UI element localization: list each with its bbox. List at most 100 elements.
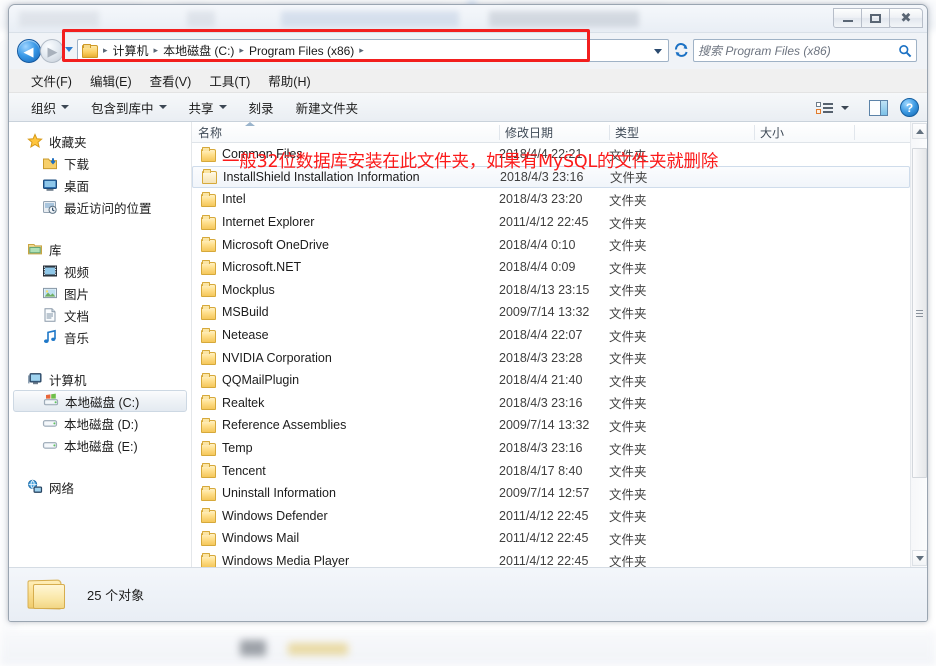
address-breadcrumb-bar[interactable]: ▸ 计算机 ▸ 本地磁盘 (C:) ▸ Program Files (x86) … bbox=[77, 39, 669, 62]
column-header-size[interactable]: 大小 bbox=[754, 122, 854, 143]
sidebar-label: 收藏夹 bbox=[49, 135, 87, 150]
preview-pane-icon[interactable] bbox=[869, 99, 888, 116]
sidebar-item-desktop[interactable]: 桌面 bbox=[9, 174, 191, 196]
menu-item-help[interactable]: 帮助(H) bbox=[268, 71, 310, 90]
sidebar-item-libraries[interactable]: 库 bbox=[9, 238, 191, 260]
scrollbar-grip-icon bbox=[916, 309, 923, 317]
table-row[interactable]: Microsoft.NET 2018/4/4 0:09 文件夹 bbox=[192, 256, 910, 279]
file-type-cell: 文件夹 bbox=[609, 284, 647, 299]
menu-item-file[interactable]: 文件(F) bbox=[31, 71, 72, 90]
sidebar-item-network[interactable]: 网络 bbox=[9, 476, 191, 498]
scroll-down-button[interactable] bbox=[912, 550, 927, 566]
table-row[interactable]: Reference Assemblies 2009/7/14 13:32 文件夹 bbox=[192, 414, 910, 437]
file-date-cell: 2018/4/4 0:09 bbox=[499, 260, 576, 275]
file-date-cell: 2011/4/12 22:45 bbox=[499, 531, 589, 546]
back-arrow-icon: ◀ bbox=[23, 43, 34, 59]
change-view-icon[interactable] bbox=[816, 101, 833, 115]
table-row[interactable]: Windows Mail 2011/4/12 22:45 文件夹 bbox=[192, 527, 910, 550]
help-icon[interactable]: ? bbox=[900, 98, 919, 117]
table-row[interactable]: Windows Defender 2011/4/12 22:45 文件夹 bbox=[192, 505, 910, 528]
column-header-type[interactable]: 类型 bbox=[609, 122, 754, 143]
address-bar-row: ◀ ▶ ▸ 计算机 ▸ 本地磁盘 (C:) ▸ Program Files (x… bbox=[9, 33, 927, 69]
sidebar-item-computer[interactable]: 计算机 bbox=[9, 368, 191, 390]
table-row[interactable]: Temp 2018/4/3 23:16 文件夹 bbox=[192, 437, 910, 460]
table-row[interactable]: Netease 2018/4/4 22:07 文件夹 bbox=[192, 324, 910, 347]
file-name-cell: Microsoft.NET bbox=[222, 260, 302, 275]
column-divider[interactable] bbox=[854, 125, 855, 140]
refresh-button[interactable] bbox=[671, 40, 691, 61]
view-chevron-down-icon[interactable] bbox=[841, 105, 849, 110]
vertical-scrollbar[interactable] bbox=[910, 122, 927, 567]
file-name-cell: Windows Media Player bbox=[222, 553, 350, 567]
file-type-cell: 文件夹 bbox=[609, 239, 647, 254]
file-name-cell: Mockplus bbox=[222, 282, 275, 297]
table-row[interactable]: Realtek 2018/4/3 23:16 文件夹 bbox=[192, 392, 910, 415]
scrollbar-thumb[interactable] bbox=[912, 148, 927, 478]
close-button[interactable]: ✖ bbox=[889, 8, 923, 28]
back-button[interactable]: ◀ bbox=[17, 39, 41, 63]
file-date-cell: 2018/4/3 23:16 bbox=[499, 395, 583, 410]
file-date-cell: 2018/4/17 8:40 bbox=[499, 463, 583, 478]
sidebar-item-local-disk-c[interactable]: 本地磁盘 (C:) bbox=[13, 390, 187, 412]
sidebar-label: 文档 bbox=[64, 309, 90, 324]
explorer-body: 收藏夹 下载 桌面 最近访问的位置 库 视频 图片 文档 音乐 计算机 本地磁盘… bbox=[9, 122, 927, 567]
sidebar-item-local-disk-d[interactable]: 本地磁盘 (D:) bbox=[9, 412, 191, 434]
recent-pages-chevron-down-icon[interactable] bbox=[65, 47, 73, 52]
breadcrumb-item-local-disk-c[interactable]: 本地磁盘 (C:) bbox=[162, 42, 235, 59]
file-name-cell: MSBuild bbox=[222, 305, 269, 320]
chevron-down-icon bbox=[915, 555, 924, 561]
sidebar-label: 计算机 bbox=[49, 373, 87, 388]
breadcrumb-separator-icon: ▸ bbox=[153, 45, 159, 55]
sidebar-item-pictures[interactable]: 图片 bbox=[9, 282, 191, 304]
file-name-cell: Microsoft OneDrive bbox=[222, 237, 329, 252]
folder-icon bbox=[200, 304, 216, 320]
scroll-up-button[interactable] bbox=[912, 123, 927, 139]
sidebar-label: 本地磁盘 (D:) bbox=[64, 417, 139, 432]
sidebar-item-local-disk-e[interactable]: 本地磁盘 (E:) bbox=[9, 434, 191, 456]
table-row[interactable]: Internet Explorer 2011/4/12 22:45 文件夹 bbox=[192, 211, 910, 234]
file-date-cell: 2011/4/12 22:45 bbox=[499, 508, 589, 523]
table-row[interactable]: QQMailPlugin 2018/4/4 21:40 文件夹 bbox=[192, 369, 910, 392]
address-chevron-down-icon[interactable] bbox=[654, 49, 662, 54]
breadcrumb-separator-icon: ▸ bbox=[239, 45, 244, 55]
menu-item-edit[interactable]: 编辑(E) bbox=[90, 71, 132, 90]
minimize-button[interactable] bbox=[833, 8, 862, 28]
menu-item-tools[interactable]: 工具(T) bbox=[209, 71, 250, 90]
table-row[interactable]: Intel 2018/4/3 23:20 文件夹 bbox=[192, 188, 910, 211]
burn-button[interactable]: 刻录 bbox=[249, 98, 274, 117]
sidebar-item-music[interactable]: 音乐 bbox=[9, 326, 191, 348]
table-row[interactable]: NVIDIA Corporation 2018/4/3 23:28 文件夹 bbox=[192, 346, 910, 369]
maximize-button[interactable] bbox=[861, 8, 890, 28]
sidebar-item-favorites[interactable]: 收藏夹 bbox=[9, 130, 191, 152]
table-row[interactable]: Windows Media Player 2011/4/12 22:45 文件夹 bbox=[192, 550, 910, 567]
column-header-name[interactable]: 名称 bbox=[192, 122, 499, 143]
share-button[interactable]: 共享 bbox=[189, 98, 227, 117]
forward-button[interactable]: ▶ bbox=[40, 39, 64, 63]
sidebar-item-recent-places[interactable]: 最近访问的位置 bbox=[9, 196, 191, 218]
table-row[interactable]: Tencent 2018/4/17 8:40 文件夹 bbox=[192, 459, 910, 482]
navigation-pane: 收藏夹 下载 桌面 最近访问的位置 库 视频 图片 文档 音乐 计算机 本地磁盘… bbox=[9, 122, 192, 567]
include-in-library-button[interactable]: 包含到库中 bbox=[91, 98, 167, 117]
column-header-date-modified[interactable]: 修改日期 bbox=[499, 122, 609, 143]
sidebar-item-documents[interactable]: 文档 bbox=[9, 304, 191, 326]
sidebar-item-downloads[interactable]: 下载 bbox=[9, 152, 191, 174]
folder-icon bbox=[200, 530, 216, 546]
breadcrumb-separator-icon[interactable]: ▸ bbox=[359, 45, 364, 56]
search-input[interactable]: 搜索 Program Files (x86) bbox=[698, 42, 898, 59]
sidebar-label: 下载 bbox=[64, 157, 90, 172]
sidebar-item-videos[interactable]: 视频 bbox=[9, 260, 191, 282]
search-icon[interactable] bbox=[898, 44, 912, 58]
table-row[interactable]: MSBuild 2009/7/14 13:32 文件夹 bbox=[192, 301, 910, 324]
table-row[interactable]: Microsoft OneDrive 2018/4/4 0:10 文件夹 bbox=[192, 233, 910, 256]
menu-item-view[interactable]: 查看(V) bbox=[150, 71, 192, 90]
table-row[interactable]: Uninstall Information 2009/7/14 12:57 文件夹 bbox=[192, 482, 910, 505]
refresh-icon bbox=[674, 43, 688, 57]
organize-button[interactable]: 组织 bbox=[31, 98, 70, 117]
new-folder-button[interactable]: 新建文件夹 bbox=[296, 98, 359, 117]
search-box[interactable]: 搜索 Program Files (x86) bbox=[693, 39, 917, 62]
breadcrumb-item-program-files-x86[interactable]: Program Files (x86) bbox=[248, 44, 355, 58]
folder-icon bbox=[200, 191, 216, 207]
table-row[interactable]: Mockplus 2018/4/13 23:15 文件夹 bbox=[192, 279, 910, 302]
breadcrumb-item-computer[interactable]: 计算机 bbox=[112, 42, 150, 59]
